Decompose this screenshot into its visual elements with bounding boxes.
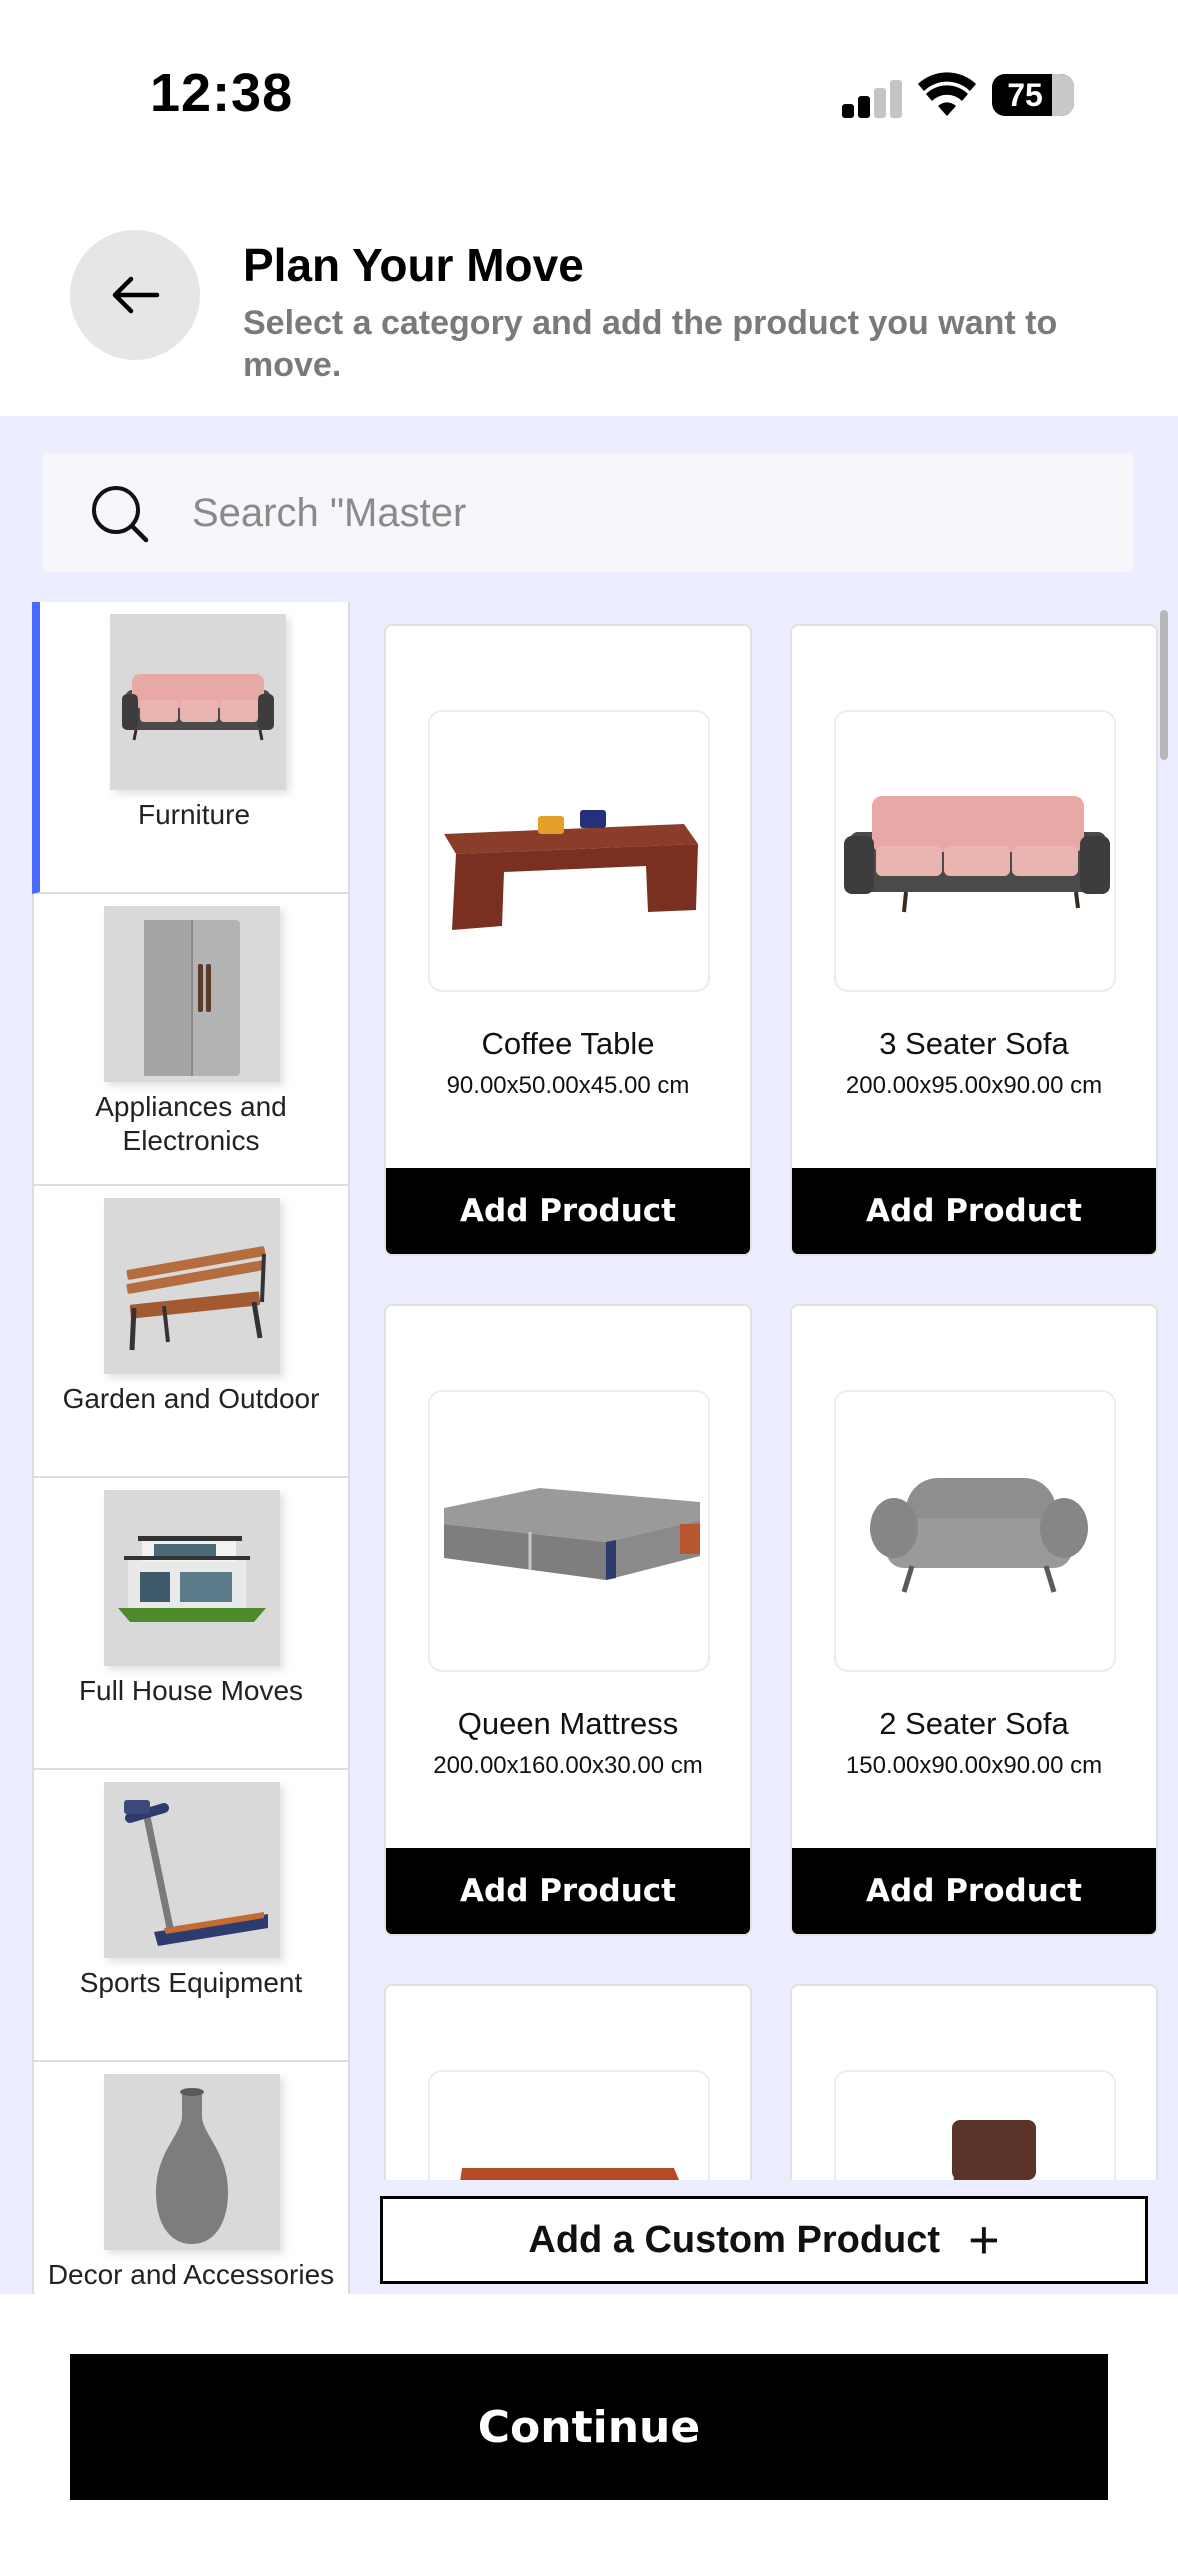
product-name: Coffee Table	[481, 1026, 655, 1061]
add-custom-product-button[interactable]: Add a Custom Product +	[380, 2196, 1148, 2284]
product-card-2-seater-sofa[interactable]: 2 Seater Sofa 150.00x90.00x90.00 cm Add …	[790, 1304, 1158, 1936]
category-sports[interactable]: Sports Equipment	[32, 1770, 350, 2062]
search-input[interactable]	[192, 454, 1092, 572]
add-product-button[interactable]: Add Product	[792, 1848, 1156, 1934]
category-furniture[interactable]: Furniture	[32, 602, 350, 894]
product-name: 2 Seater Sofa	[879, 1706, 1069, 1741]
add-product-button[interactable]: Add Product	[792, 1168, 1156, 1254]
cellular-signal-icon	[842, 78, 902, 118]
category-appliances[interactable]: Appliances and Electronics	[32, 894, 350, 1186]
category-label: Garden and Outdoor	[62, 1383, 320, 1414]
add-product-button[interactable]: Add Product	[386, 1168, 750, 1254]
mattress-icon	[428, 1390, 710, 1672]
battery-icon: 75	[992, 74, 1074, 116]
add-product-button[interactable]: Add Product	[386, 1848, 750, 1934]
page-title: Plan Your Move	[243, 239, 584, 291]
product-dimensions: 150.00x90.00x90.00 cm	[845, 1752, 1103, 1779]
category-label: Appliances and Electronics	[95, 1091, 287, 1156]
product-dimensions: 200.00x160.00x30.00 cm	[433, 1752, 703, 1779]
category-label: Decor and Accessories	[47, 2259, 335, 2290]
treadmill-icon	[104, 1782, 280, 1958]
sofa-icon	[110, 614, 286, 790]
coffee-table-icon	[428, 710, 710, 992]
category-label: Furniture	[137, 799, 251, 830]
bench-icon	[104, 1198, 280, 1374]
category-full-house[interactable]: Full House Moves	[32, 1478, 350, 1770]
search-icon	[92, 486, 149, 543]
search-bar[interactable]	[42, 454, 1134, 572]
category-decor[interactable]: Decor and Accessories	[32, 2062, 350, 2294]
product-name: Queen Mattress	[457, 1706, 679, 1741]
footer: Continue	[0, 2294, 1178, 2560]
continue-button[interactable]: Continue	[70, 2354, 1108, 2500]
product-dimensions: 200.00x95.00x90.00 cm	[845, 1072, 1103, 1099]
scrollbar[interactable]	[1160, 610, 1168, 760]
plus-icon: +	[968, 2210, 1000, 2270]
armchair-icon	[834, 1390, 1116, 1672]
back-button[interactable]	[70, 230, 200, 360]
product-card-3-seater-sofa[interactable]: 3 Seater Sofa 200.00x95.00x90.00 cm Add …	[790, 624, 1158, 1256]
main-content: Furniture Appliances and Electronics	[0, 416, 1178, 2294]
category-label: Full House Moves	[78, 1675, 304, 1706]
page-subtitle: Select a category and add the product yo…	[243, 304, 1058, 384]
wifi-icon	[918, 72, 976, 116]
page-header: Plan Your Move Select a category and add…	[0, 190, 1178, 416]
sofa-icon	[834, 710, 1116, 992]
product-dimensions: 90.00x50.00x45.00 cm	[446, 1072, 690, 1099]
category-sidebar[interactable]: Furniture Appliances and Electronics Gar…	[32, 602, 350, 2294]
custom-product-bar: Add a Custom Product +	[350, 2180, 1178, 2294]
product-card-queen-mattress[interactable]: Queen Mattress 200.00x160.00x30.00 cm Ad…	[384, 1304, 752, 1936]
vase-icon	[104, 2074, 280, 2250]
category-garden[interactable]: Garden and Outdoor	[32, 1186, 350, 1478]
house-icon	[104, 1490, 280, 1666]
status-time: 12:38	[150, 63, 294, 123]
fridge-icon	[104, 906, 280, 1082]
battery-level: 75	[1007, 77, 1043, 113]
status-bar: 12:38 75	[0, 0, 1178, 190]
arrow-left-icon	[112, 276, 160, 314]
product-card-coffee-table[interactable]: Coffee Table 90.00x50.00x45.00 cm Add Pr…	[384, 624, 752, 1256]
custom-product-label: Add a Custom Product	[528, 2218, 941, 2261]
product-name: 3 Seater Sofa	[879, 1026, 1069, 1061]
category-label: Sports Equipment	[79, 1967, 303, 1998]
